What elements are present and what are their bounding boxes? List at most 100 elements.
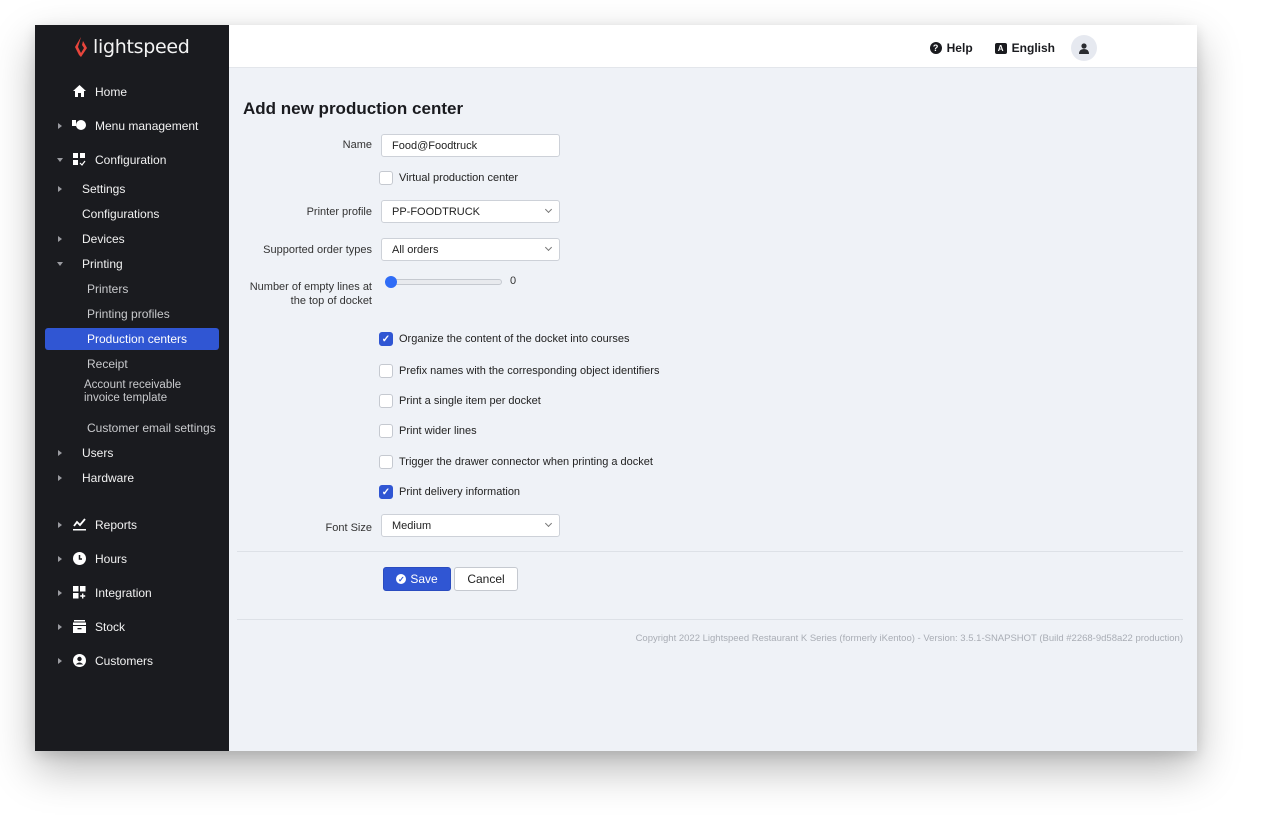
checkbox-box[interactable] xyxy=(379,364,393,378)
caret-right-icon xyxy=(58,522,62,528)
integration-icon xyxy=(72,585,86,599)
checkbox-label: Virtual production center xyxy=(399,172,519,184)
user-avatar-button[interactable] xyxy=(1071,35,1097,61)
sidebar: lightspeed Home Menu management Configur… xyxy=(35,25,229,751)
order-types-select[interactable]: All orders xyxy=(381,238,560,261)
font-size-select[interactable]: Medium xyxy=(381,514,560,537)
name-label: Name xyxy=(342,139,372,151)
sidebar-item-integration[interactable]: Integration xyxy=(35,582,229,604)
sidebar-item-label: Printers xyxy=(87,282,129,296)
lightspeed-logo[interactable]: lightspeed xyxy=(73,36,190,58)
caret-right-icon xyxy=(58,123,62,129)
docket-option-checkbox[interactable]: Print a single item per docket xyxy=(379,393,541,409)
caret-right-icon xyxy=(58,475,62,481)
main-content: ? Help A English Add new production cent… xyxy=(229,25,1197,751)
checkbox-label: Print delivery information xyxy=(399,486,521,498)
lightspeed-flame-icon xyxy=(75,37,87,57)
caret-right-icon xyxy=(58,658,62,664)
save-button[interactable]: ✓ Save xyxy=(383,567,451,591)
docket-option-checkbox[interactable]: Print wider lines xyxy=(379,423,477,439)
sidebar-item-hardware[interactable]: Hardware xyxy=(35,467,229,489)
virtual-production-center-checkbox[interactable]: Virtual production center xyxy=(379,170,518,186)
sidebar-item-reports[interactable]: Reports xyxy=(35,514,229,536)
chevron-down-icon xyxy=(544,519,553,528)
empty-lines-label: Number of empty lines at the top of dock… xyxy=(250,280,372,308)
label-line-2: invoice template xyxy=(84,392,168,404)
name-input[interactable] xyxy=(381,134,560,157)
checkbox-box[interactable] xyxy=(379,394,393,408)
menu-management-icon xyxy=(72,118,86,132)
checkbox-box[interactable] xyxy=(379,424,393,438)
language-icon: A xyxy=(994,42,1007,54)
docket-option-checkbox[interactable]: Trigger the drawer connector when printi… xyxy=(379,454,653,470)
printer-profile-select[interactable]: PP-FOODTRUCK xyxy=(381,200,560,223)
checkbox-checked[interactable]: ✓ xyxy=(379,332,393,346)
docket-option-checkbox[interactable]: ✓ Organize the content of the docket into… xyxy=(379,331,630,347)
empty-lines-value: 0 xyxy=(510,275,517,287)
sidebar-item-label: Production centers xyxy=(87,332,188,346)
docket-option-checkbox[interactable]: Prefix names with the corresponding obje… xyxy=(379,363,659,379)
language-button[interactable]: A English xyxy=(994,41,1055,55)
home-icon xyxy=(72,84,86,98)
label-line-1: Number of empty lines at xyxy=(249,281,372,293)
sidebar-item-label: Receipt xyxy=(87,357,128,371)
sidebar-item-label: Printing xyxy=(82,257,123,271)
caret-down-icon xyxy=(57,262,63,266)
checkbox-box[interactable] xyxy=(379,171,393,185)
footer-copyright: Copyright 2022 Lightspeed Restaurant K S… xyxy=(635,633,1183,644)
sidebar-item-customer-email-settings[interactable]: Customer email settings xyxy=(35,417,229,439)
sidebar-item-label: Printing profiles xyxy=(87,307,170,321)
empty-lines-slider[interactable] xyxy=(385,276,502,288)
save-label: Save xyxy=(410,572,438,586)
label-line-2: the top of docket xyxy=(290,295,372,307)
sidebar-item-configurations[interactable]: Configurations xyxy=(35,203,229,225)
brand-name: lightspeed xyxy=(93,36,190,58)
sidebar-item-label: Account receivable invoice template xyxy=(84,379,181,405)
sidebar-item-printing[interactable]: Printing xyxy=(35,253,229,275)
divider xyxy=(237,551,1183,552)
help-button[interactable]: ? Help xyxy=(929,41,973,55)
sidebar-item-stock[interactable]: Stock xyxy=(35,616,229,638)
selected-value: All orders xyxy=(392,243,439,256)
docket-option-checkbox[interactable]: ✓ Print delivery information xyxy=(379,484,520,500)
caret-right-icon xyxy=(58,590,62,596)
sidebar-item-label: Stock xyxy=(95,620,126,634)
sidebar-item-label: Users xyxy=(82,446,114,460)
check-circle-icon: ✓ xyxy=(396,574,407,584)
question-circle-icon: ? xyxy=(929,42,942,54)
sidebar-item-printing-profiles[interactable]: Printing profiles xyxy=(35,303,229,325)
sidebar-item-printers[interactable]: Printers xyxy=(35,278,229,300)
sidebar-item-menu-management[interactable]: Menu management xyxy=(35,115,229,137)
language-label: English xyxy=(1011,41,1055,55)
sidebar-item-label: Settings xyxy=(82,182,126,196)
sidebar-item-label: Configuration xyxy=(95,153,167,167)
sidebar-item-label: Customers xyxy=(95,654,154,668)
sidebar-item-users[interactable]: Users xyxy=(35,442,229,464)
sidebar-item-production-centers[interactable]: Production centers xyxy=(45,328,219,350)
help-label: Help xyxy=(946,41,973,55)
checkbox-checked[interactable]: ✓ xyxy=(379,485,393,499)
cancel-button[interactable]: Cancel xyxy=(454,567,518,591)
top-actions: ? Help A English xyxy=(929,35,1097,61)
sidebar-item-label: Reports xyxy=(95,518,138,532)
clock-icon xyxy=(72,551,86,565)
sidebar-item-customers[interactable]: Customers xyxy=(35,650,229,672)
sidebar-item-account-receivable-invoice-template[interactable]: Account receivable invoice template xyxy=(35,379,229,409)
sidebar-item-settings[interactable]: Settings xyxy=(35,178,229,200)
configuration-icon xyxy=(72,152,86,166)
checkbox-label: Print a single item per docket xyxy=(399,395,541,407)
checkbox-box[interactable] xyxy=(379,455,393,469)
checkbox-label: Organize the content of the docket into … xyxy=(399,333,630,345)
sidebar-item-hours[interactable]: Hours xyxy=(35,548,229,570)
caret-right-icon xyxy=(58,556,62,562)
caret-right-icon xyxy=(58,450,62,456)
sidebar-item-home[interactable]: Home xyxy=(35,81,229,103)
app-window: lightspeed Home Menu management Configur… xyxy=(35,25,1197,751)
slider-thumb[interactable] xyxy=(385,276,397,288)
sidebar-item-configuration[interactable]: Configuration xyxy=(35,149,229,171)
font-size-label: Font Size xyxy=(325,522,372,534)
sidebar-item-receipt[interactable]: Receipt xyxy=(35,353,229,375)
sidebar-item-devices[interactable]: Devices xyxy=(35,228,229,250)
divider xyxy=(237,619,1183,620)
label-line-1: Account receivable xyxy=(84,379,182,391)
